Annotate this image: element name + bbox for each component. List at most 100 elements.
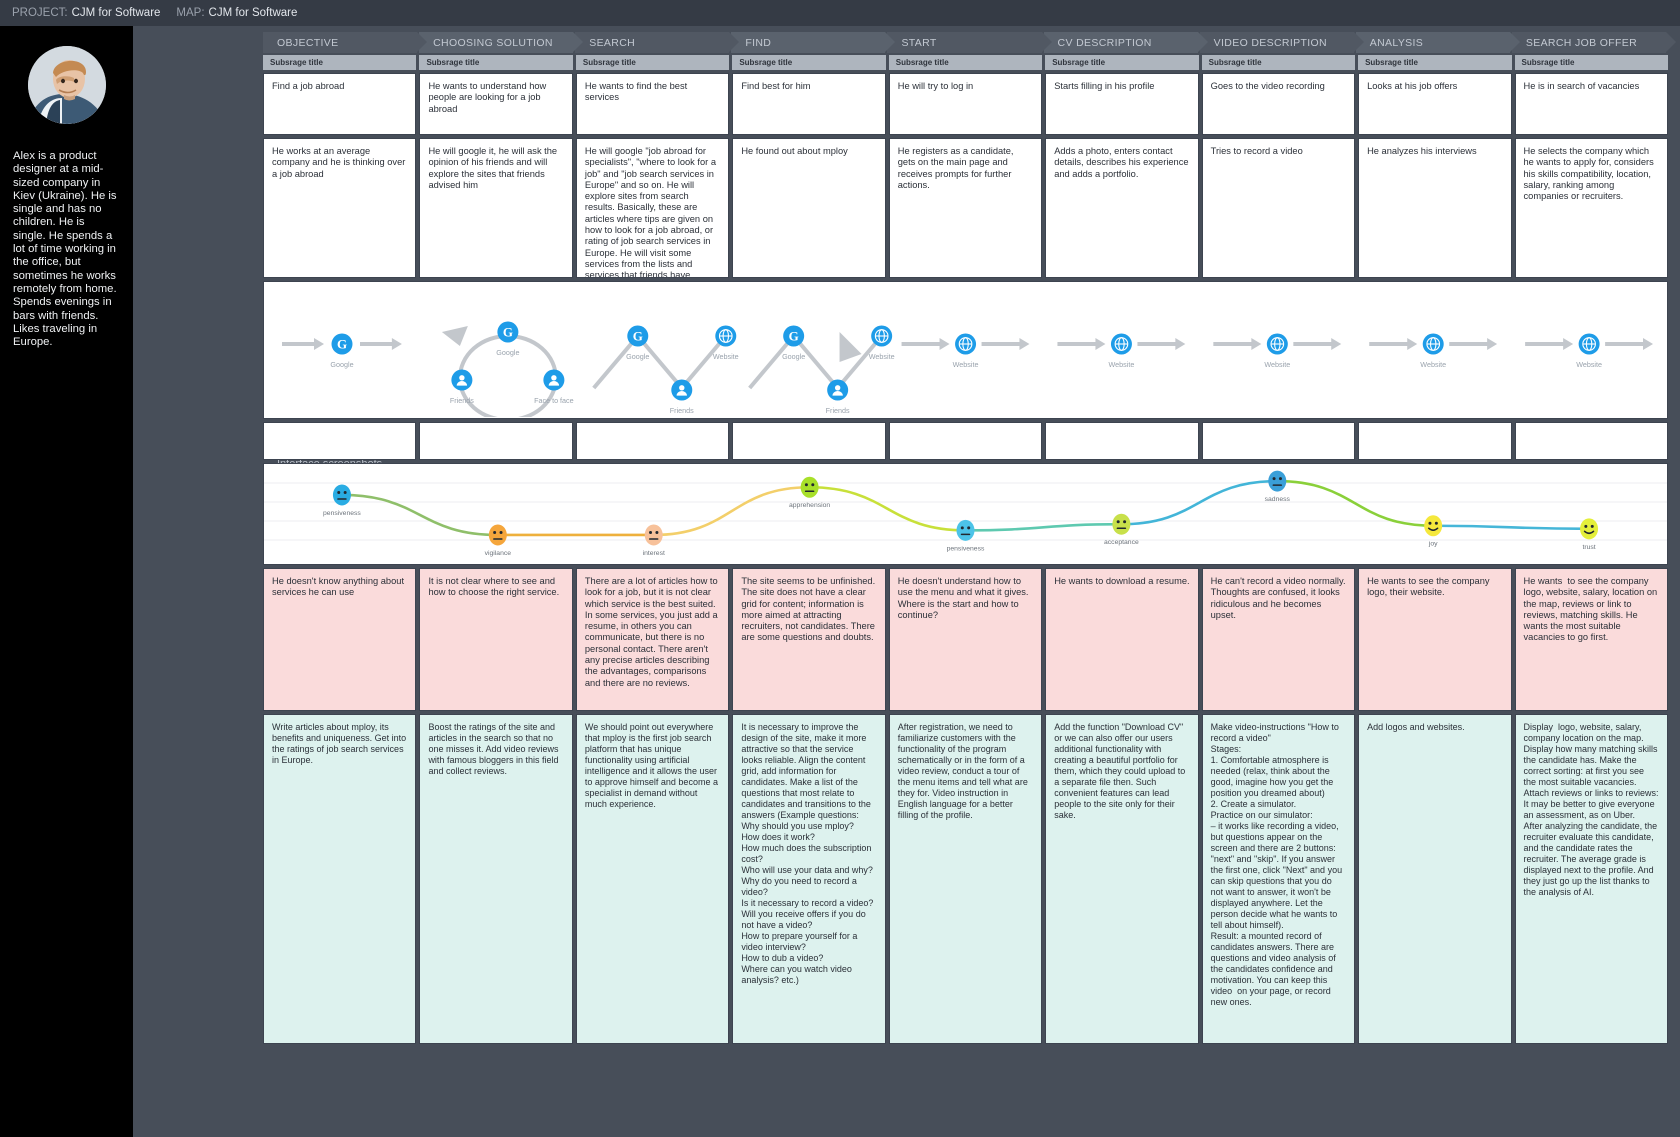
stage-header-2[interactable]: SEARCH	[575, 32, 740, 53]
friends-channel-node[interactable]: Friends	[450, 369, 474, 406]
friends-channel-node[interactable]: Friends	[826, 379, 850, 416]
idea-card-6[interactable]: Make video-instructions "How to record a…	[1201, 714, 1356, 1044]
substage-title-8[interactable]: Subsrage title	[1514, 55, 1668, 70]
svg-text:Website: Website	[1576, 360, 1602, 369]
map-name[interactable]: CJM for Software	[209, 7, 298, 19]
emotion-point-0[interactable]: pensiveness	[323, 484, 361, 517]
user-goal-card-6[interactable]: Goes to the video recording	[1201, 73, 1356, 135]
process-expectation-card-4[interactable]: He registers as a candidate, gets on the…	[888, 138, 1043, 278]
problem-card-7[interactable]: He wants to see the company logo, their …	[1358, 568, 1512, 711]
stage-header-0[interactable]: OBJECTIVE	[263, 32, 428, 53]
stage-header-8[interactable]: SEARCH JOB OFFER	[1511, 32, 1677, 53]
process-expectation-card-3[interactable]: He found out about mploy	[732, 138, 886, 278]
website-channel-node[interactable]: Website	[1576, 333, 1602, 370]
substage-title-7[interactable]: Subsrage title	[1358, 55, 1512, 70]
user-goal-card-4[interactable]: He will try to log in	[888, 73, 1043, 135]
idea-card-2[interactable]: We should point out everywhere that mplo…	[575, 714, 730, 1044]
stage-header-7[interactable]: ANALYSIS	[1355, 32, 1520, 53]
emotion-point-8[interactable]: trust	[1580, 518, 1599, 551]
website-channel-node[interactable]: Website	[1420, 333, 1446, 370]
emotion-point-7[interactable]: joy	[1424, 515, 1443, 548]
substage-title-3[interactable]: Subsrage title	[732, 55, 886, 70]
process-expectation-card-7[interactable]: He analyzes his interviews	[1358, 138, 1512, 278]
user-goal-card-1[interactable]: He wants to understand how people are lo…	[419, 73, 573, 135]
stage-header-5[interactable]: CV DESCRIPTION	[1043, 32, 1208, 53]
substage-title-4[interactable]: Subsrage title	[888, 55, 1043, 70]
svg-text:Google: Google	[782, 352, 805, 361]
process-expectation-card-5[interactable]: Adds a photo, enters contact details, de…	[1045, 138, 1199, 278]
user-goal-card-8[interactable]: He is in search of vacancies	[1514, 73, 1668, 135]
website-channel-node[interactable]: Website	[953, 333, 979, 370]
svg-text:G: G	[633, 329, 643, 344]
idea-card-1[interactable]: Boost the ratings of the site and articl…	[419, 714, 573, 1044]
process-expectation-card-2[interactable]: He will google "job abroad for specialis…	[575, 138, 730, 278]
user-goal-card-0[interactable]: Find a job abroad	[263, 73, 417, 135]
stage-header-4[interactable]: START	[887, 32, 1052, 53]
interface-screenshot-cell-6[interactable]	[1201, 422, 1356, 460]
google-channel-node[interactable]: G Google	[496, 321, 519, 358]
user-goal-card-5[interactable]: Starts filling in his profile	[1045, 73, 1199, 135]
interface-screenshot-cell-8[interactable]	[1514, 422, 1668, 460]
friends-channel-node[interactable]: Friends	[670, 379, 694, 416]
idea-card-0[interactable]: Write articles about mploy, its benefits…	[263, 714, 417, 1044]
problem-card-3[interactable]: The site seems to be unfinished. The sit…	[732, 568, 886, 711]
stage-header-6[interactable]: VIDEO DESCRIPTION	[1199, 32, 1364, 53]
stage-header-3[interactable]: FIND	[731, 32, 896, 53]
emotion-point-6[interactable]: sadness	[1265, 470, 1291, 504]
substage-title-6[interactable]: Subsrage title	[1201, 55, 1356, 70]
svg-text:Website: Website	[713, 352, 739, 361]
problem-card-0[interactable]: He doesn't know anything about services …	[263, 568, 417, 711]
problem-card-1[interactable]: It is not clear where to see and how to …	[419, 568, 573, 711]
interface-screenshot-cell-7[interactable]	[1358, 422, 1512, 460]
substage-title-0[interactable]: Subsrage title	[263, 55, 417, 70]
stage-header-1[interactable]: CHOOSING SOLUTION	[419, 32, 584, 53]
svg-text:Face to face: Face to face	[534, 396, 574, 405]
user-goal-card-7[interactable]: Looks at his job offers	[1358, 73, 1512, 135]
project-name[interactable]: CJM for Software	[72, 7, 161, 19]
problem-card-6[interactable]: He can't record a video normally. Though…	[1201, 568, 1356, 711]
substage-title-2[interactable]: Subsrage title	[575, 55, 730, 70]
substage-title-5[interactable]: Subsrage title	[1045, 55, 1199, 70]
emotion-point-3[interactable]: apprehension	[789, 476, 830, 510]
interface-screenshot-cell-2[interactable]	[575, 422, 730, 460]
website-channel-node[interactable]: Website	[1264, 333, 1290, 370]
process-expectation-card-1[interactable]: He will google it, he will ask the opini…	[419, 138, 573, 278]
emotion-point-2[interactable]: interest	[643, 524, 665, 557]
problem-card-4[interactable]: He doesn't understand how to use the men…	[888, 568, 1043, 711]
interface-screenshot-cell-4[interactable]	[888, 422, 1043, 460]
website-channel-node[interactable]: Website	[713, 325, 739, 362]
idea-card-4[interactable]: After registration, we need to familiari…	[888, 714, 1043, 1044]
row-user-goals: Find a job abroad He wants to understand …	[263, 73, 1668, 135]
top-bar: PROJECT: CJM for Software MAP: CJM for S…	[0, 0, 1680, 26]
idea-card-3[interactable]: It is necessary to improve the design of…	[732, 714, 886, 1044]
process-expectation-card-8[interactable]: He selects the company which he wants to…	[1514, 138, 1668, 278]
interface-screenshot-cell-1[interactable]	[419, 422, 573, 460]
substage-title-1[interactable]: Subsrage title	[419, 55, 573, 70]
interface-screenshot-cell-3[interactable]	[732, 422, 886, 460]
process-expectation-card-6[interactable]: Tries to record a video	[1201, 138, 1356, 278]
problem-card-2[interactable]: There are a lot of articles how to look …	[575, 568, 730, 711]
interface-screenshot-cell-0[interactable]	[263, 422, 417, 460]
persona-sidebar: Alex is a product designer at a mid-size…	[0, 26, 133, 1137]
svg-text:Website: Website	[1109, 360, 1135, 369]
emotion-point-1[interactable]: vigilance	[485, 524, 512, 557]
user-goal-card-3[interactable]: Find best for him	[732, 73, 886, 135]
user-goal-card-2[interactable]: He wants to find the best services	[575, 73, 730, 135]
problem-card-8[interactable]: He wants to see the company logo, websit…	[1514, 568, 1668, 711]
idea-card-7[interactable]: Add logos and websites.	[1358, 714, 1512, 1044]
idea-card-5[interactable]: Add the function "Download CV" or we can…	[1045, 714, 1199, 1044]
friends-channel-node[interactable]: Face to face	[534, 369, 574, 406]
idea-card-8[interactable]: Display logo, website, salary, company l…	[1514, 714, 1668, 1044]
svg-text:Friends: Friends	[450, 396, 474, 405]
project-label: PROJECT:	[12, 7, 68, 19]
interface-screenshot-cell-5[interactable]	[1045, 422, 1199, 460]
website-channel-node[interactable]: Website	[1109, 333, 1135, 370]
problem-card-5[interactable]: He wants to download a resume.	[1045, 568, 1199, 711]
website-channel-node[interactable]: Website	[869, 325, 895, 362]
emotion-point-5[interactable]: acceptance	[1104, 513, 1139, 547]
emotion-point-4[interactable]: pensiveness	[947, 519, 985, 553]
project-breadcrumb: PROJECT: CJM for Software	[12, 7, 160, 19]
avatar	[27, 46, 106, 124]
google-channel-node[interactable]: G Google	[330, 333, 354, 370]
process-expectation-card-0[interactable]: He works at an average company and he is…	[263, 138, 417, 278]
